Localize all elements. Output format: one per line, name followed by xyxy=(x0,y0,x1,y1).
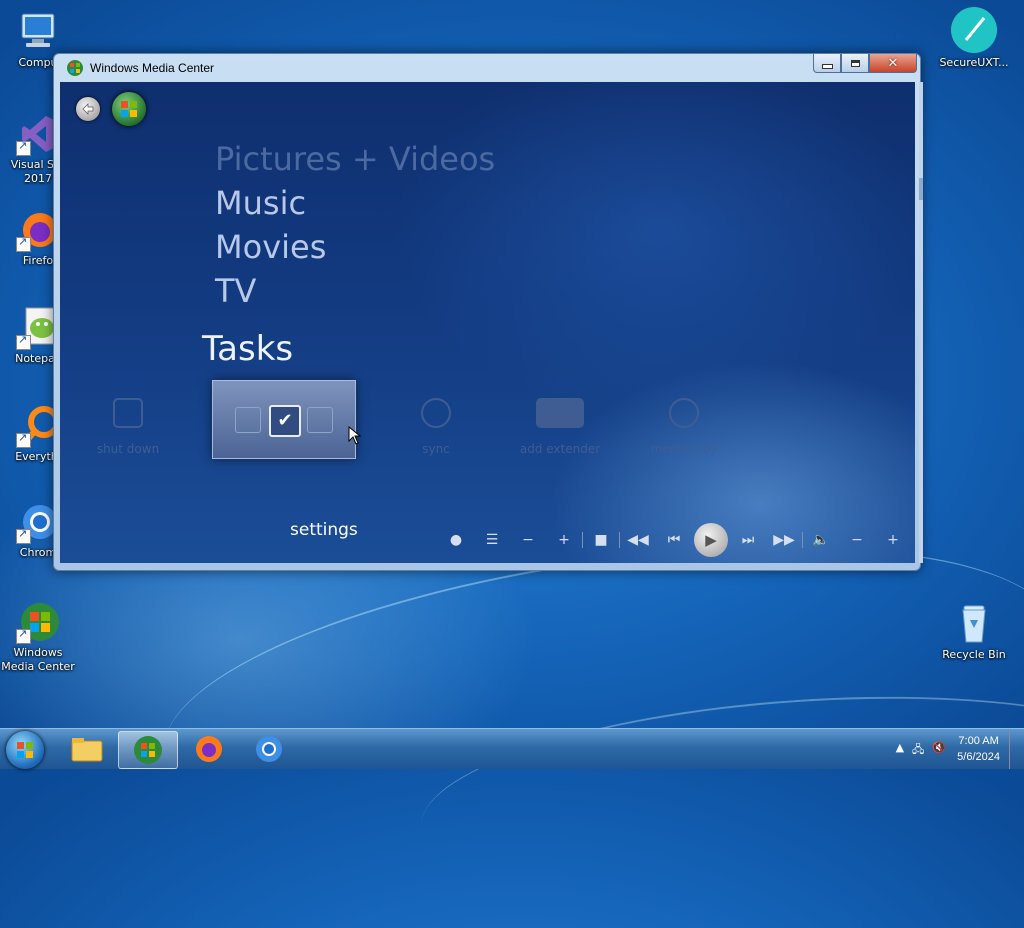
clock-date: 5/6/2024 xyxy=(957,751,1000,763)
windows-logo-icon xyxy=(17,742,33,758)
minimize-icon xyxy=(821,63,833,69)
taskbar-item-firefox[interactable] xyxy=(180,731,238,767)
mute-button[interactable]: 🔈 xyxy=(803,527,839,553)
task-media-only[interactable]: media only xyxy=(624,398,744,456)
scroll-thumb[interactable] xyxy=(919,178,923,200)
shortcut-arrow-icon xyxy=(16,235,31,252)
volume-down-button[interactable]: − xyxy=(839,527,875,553)
mouse-pointer-icon xyxy=(348,426,362,445)
settings-label: settings xyxy=(290,520,358,540)
desktop-icon-secure-uxt[interactable]: SecureUXT... xyxy=(936,6,1012,70)
network-icon[interactable]: 🖧 xyxy=(912,741,924,760)
windows-logo-icon xyxy=(121,101,137,117)
window-title: Windows Media Center xyxy=(90,61,215,75)
settings-next-icon xyxy=(307,407,333,433)
guide-button[interactable]: ☰ xyxy=(474,527,510,553)
task-add-extender[interactable]: add extender xyxy=(500,398,620,456)
firefox-icon xyxy=(196,736,222,762)
settings-prev-icon xyxy=(235,407,261,433)
task-sync[interactable]: sync xyxy=(376,398,496,456)
shortcut-arrow-icon xyxy=(16,333,31,350)
window-controls: ✕ xyxy=(813,54,917,73)
chrome-icon xyxy=(256,736,282,762)
maximize-button[interactable] xyxy=(841,54,869,73)
minimize-button[interactable] xyxy=(813,54,841,73)
transport-controls: ● ☰ − + ■ ◀◀ ⏮ ▶ ⏭ ▶▶ 🔈 − + xyxy=(438,523,911,557)
shortcut-arrow-icon xyxy=(16,431,31,448)
record-button[interactable]: ● xyxy=(438,527,474,553)
desktop-icon-label: Firefo xyxy=(22,254,54,267)
task-label: media only xyxy=(650,442,718,456)
shortcut-arrow-icon xyxy=(16,527,31,544)
menu-tv[interactable]: TV xyxy=(215,272,256,310)
show-hidden-icons-icon[interactable]: ▲ xyxy=(896,741,904,760)
menu-pictures-videos[interactable]: Pictures + Videos xyxy=(215,140,495,178)
channel-down-button[interactable]: − xyxy=(510,527,546,553)
media-only-icon xyxy=(669,398,699,428)
secure-uxt-icon xyxy=(950,6,998,54)
checkmark-icon: ✔ xyxy=(269,405,301,437)
fast-forward-button[interactable]: ▶▶ xyxy=(766,527,802,553)
window-scrollbar[interactable] xyxy=(919,82,923,563)
shortcut-arrow-icon xyxy=(16,627,31,644)
taskbar-item-explorer[interactable] xyxy=(58,731,116,767)
desktop-icon-windows-media-center[interactable]: Windows Media Center xyxy=(0,600,76,674)
wmc-window[interactable]: Windows Media Center ✕ Pictures + Videos… xyxy=(53,53,923,571)
folder-icon xyxy=(71,738,103,762)
wmc-logo-icon xyxy=(67,60,83,76)
wallpaper-streak xyxy=(413,673,1024,928)
tasks-heading[interactable]: Tasks xyxy=(202,329,293,369)
stop-button[interactable]: ■ xyxy=(583,527,619,553)
taskbar: ▲ 🖧 🔇 7:00 AM 5/6/2024 xyxy=(0,728,1024,769)
clock-time: 7:00 AM xyxy=(958,735,999,747)
menu-movies[interactable]: Movies xyxy=(215,228,326,266)
task-label: sync xyxy=(422,442,450,456)
task-shut-down[interactable]: shut down xyxy=(68,398,188,456)
sync-icon xyxy=(421,398,451,428)
desktop-icon-label: SecureUXT... xyxy=(939,56,1009,69)
play-button[interactable]: ▶ xyxy=(694,523,728,557)
shortcut-arrow-icon xyxy=(16,139,31,156)
back-button[interactable] xyxy=(76,97,100,121)
task-label: add extender xyxy=(519,442,601,456)
start-button[interactable] xyxy=(6,731,44,769)
next-button[interactable]: ⏭ xyxy=(730,527,766,553)
desktop-icon-recycle-bin[interactable]: Recycle Bin xyxy=(936,598,1012,662)
volume-up-button[interactable]: + xyxy=(875,527,911,553)
rewind-button[interactable]: ◀◀ xyxy=(620,527,656,553)
extender-icon xyxy=(536,398,584,428)
previous-button[interactable]: ⏮ xyxy=(656,527,692,553)
clock[interactable]: 7:00 AM 5/6/2024 xyxy=(957,733,1000,765)
desktop-icon-label: Recycle Bin xyxy=(942,648,1006,661)
title-bar[interactable]: Windows Media Center ✕ xyxy=(54,54,920,82)
channel-up-button[interactable]: + xyxy=(546,527,582,553)
windows-media-center-icon xyxy=(134,736,162,764)
system-tray: ▲ 🖧 🔇 xyxy=(896,741,946,760)
task-settings[interactable]: ✔ xyxy=(212,380,356,459)
recycle-bin-icon xyxy=(950,598,998,646)
wmc-start-button[interactable] xyxy=(112,92,146,126)
computer-icon xyxy=(16,10,60,54)
desktop-icon-label: Chrom xyxy=(19,546,57,559)
wmc-start-screen: Pictures + Videos Music Movies TV Tasks … xyxy=(60,82,915,563)
shut-down-icon xyxy=(113,398,143,428)
taskbar-item-chrome[interactable] xyxy=(240,731,298,767)
menu-music[interactable]: Music xyxy=(215,184,306,222)
back-arrow-icon xyxy=(82,103,94,115)
maximize-icon xyxy=(850,59,860,67)
taskbar-item-windows-media-center[interactable] xyxy=(118,731,178,769)
close-button[interactable]: ✕ xyxy=(869,54,917,73)
desktop-icon-label: Windows Media Center xyxy=(1,646,75,673)
volume-muted-icon[interactable]: 🔇 xyxy=(932,741,946,760)
windows-media-center-icon xyxy=(16,600,60,644)
task-label: shut down xyxy=(96,442,160,456)
desktop-icon-label: Compu xyxy=(18,56,58,69)
show-desktop-button[interactable] xyxy=(1009,729,1024,769)
close-icon: ✕ xyxy=(887,55,899,71)
